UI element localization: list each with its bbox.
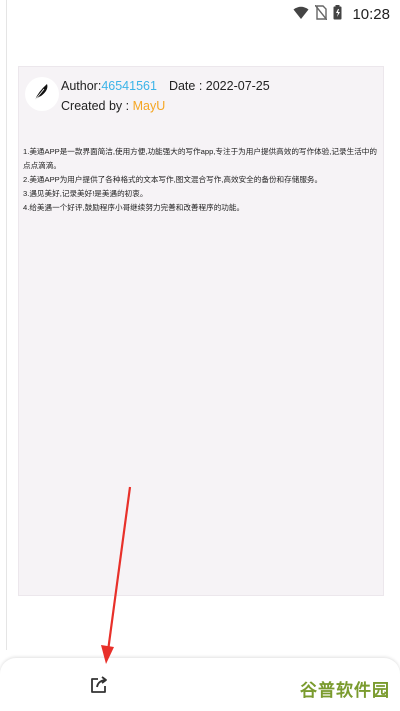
watermark-logo: 谷普软件园 xyxy=(300,681,390,700)
author-label: Author: xyxy=(61,79,102,93)
author-id-link[interactable]: 46541561 xyxy=(101,79,157,93)
created-by-label: Created by : xyxy=(61,99,133,113)
feather-icon xyxy=(32,82,52,107)
document-header: Author:46541561 Date : 2022-07-25 Created… xyxy=(19,67,383,117)
paragraph-4: 4.给美遇一个好评,鼓励程序小哥继续努力完善和改善程序的功能。 xyxy=(23,203,245,212)
share-button[interactable] xyxy=(86,674,112,700)
avatar[interactable] xyxy=(25,77,59,111)
document-card[interactable]: Author:46541561 Date : 2022-07-25 Created… xyxy=(18,66,384,596)
created-by-line: Created by : MayU xyxy=(61,99,165,113)
status-icons: 10:28 xyxy=(293,4,390,23)
document-content: 1.美通APP是一款界面简洁,使用方便,功能强大的写作app,专注于为用户提供高… xyxy=(19,145,383,215)
date-value: 2022-07-25 xyxy=(205,79,270,93)
no-sim-icon xyxy=(314,4,328,23)
created-by-link[interactable]: MayU xyxy=(133,99,166,113)
date-label: Date : xyxy=(168,79,206,93)
left-edge-divider xyxy=(0,0,7,650)
status-bar: 10:28 xyxy=(0,0,400,30)
author-date-line: Author:46541561 Date : 2022-07-25 xyxy=(61,79,270,93)
status-time: 10:28 xyxy=(352,5,390,23)
bottom-toolbar: 谷普软件园 xyxy=(0,658,400,711)
share-icon xyxy=(89,675,109,700)
paragraph-1: 1.美通APP是一款界面简洁,使用方便,功能强大的写作app,专注于为用户提供高… xyxy=(23,147,377,170)
battery-icon xyxy=(333,5,342,23)
wifi-icon xyxy=(293,6,309,23)
paragraph-3: 3.遇见美好,记录美好!是美遇的初衷。 xyxy=(23,189,148,198)
paragraph-2: 2.美通APP为用户提供了各种格式的文本写作,图文混合写作,高效安全的备份和存储… xyxy=(23,175,323,184)
